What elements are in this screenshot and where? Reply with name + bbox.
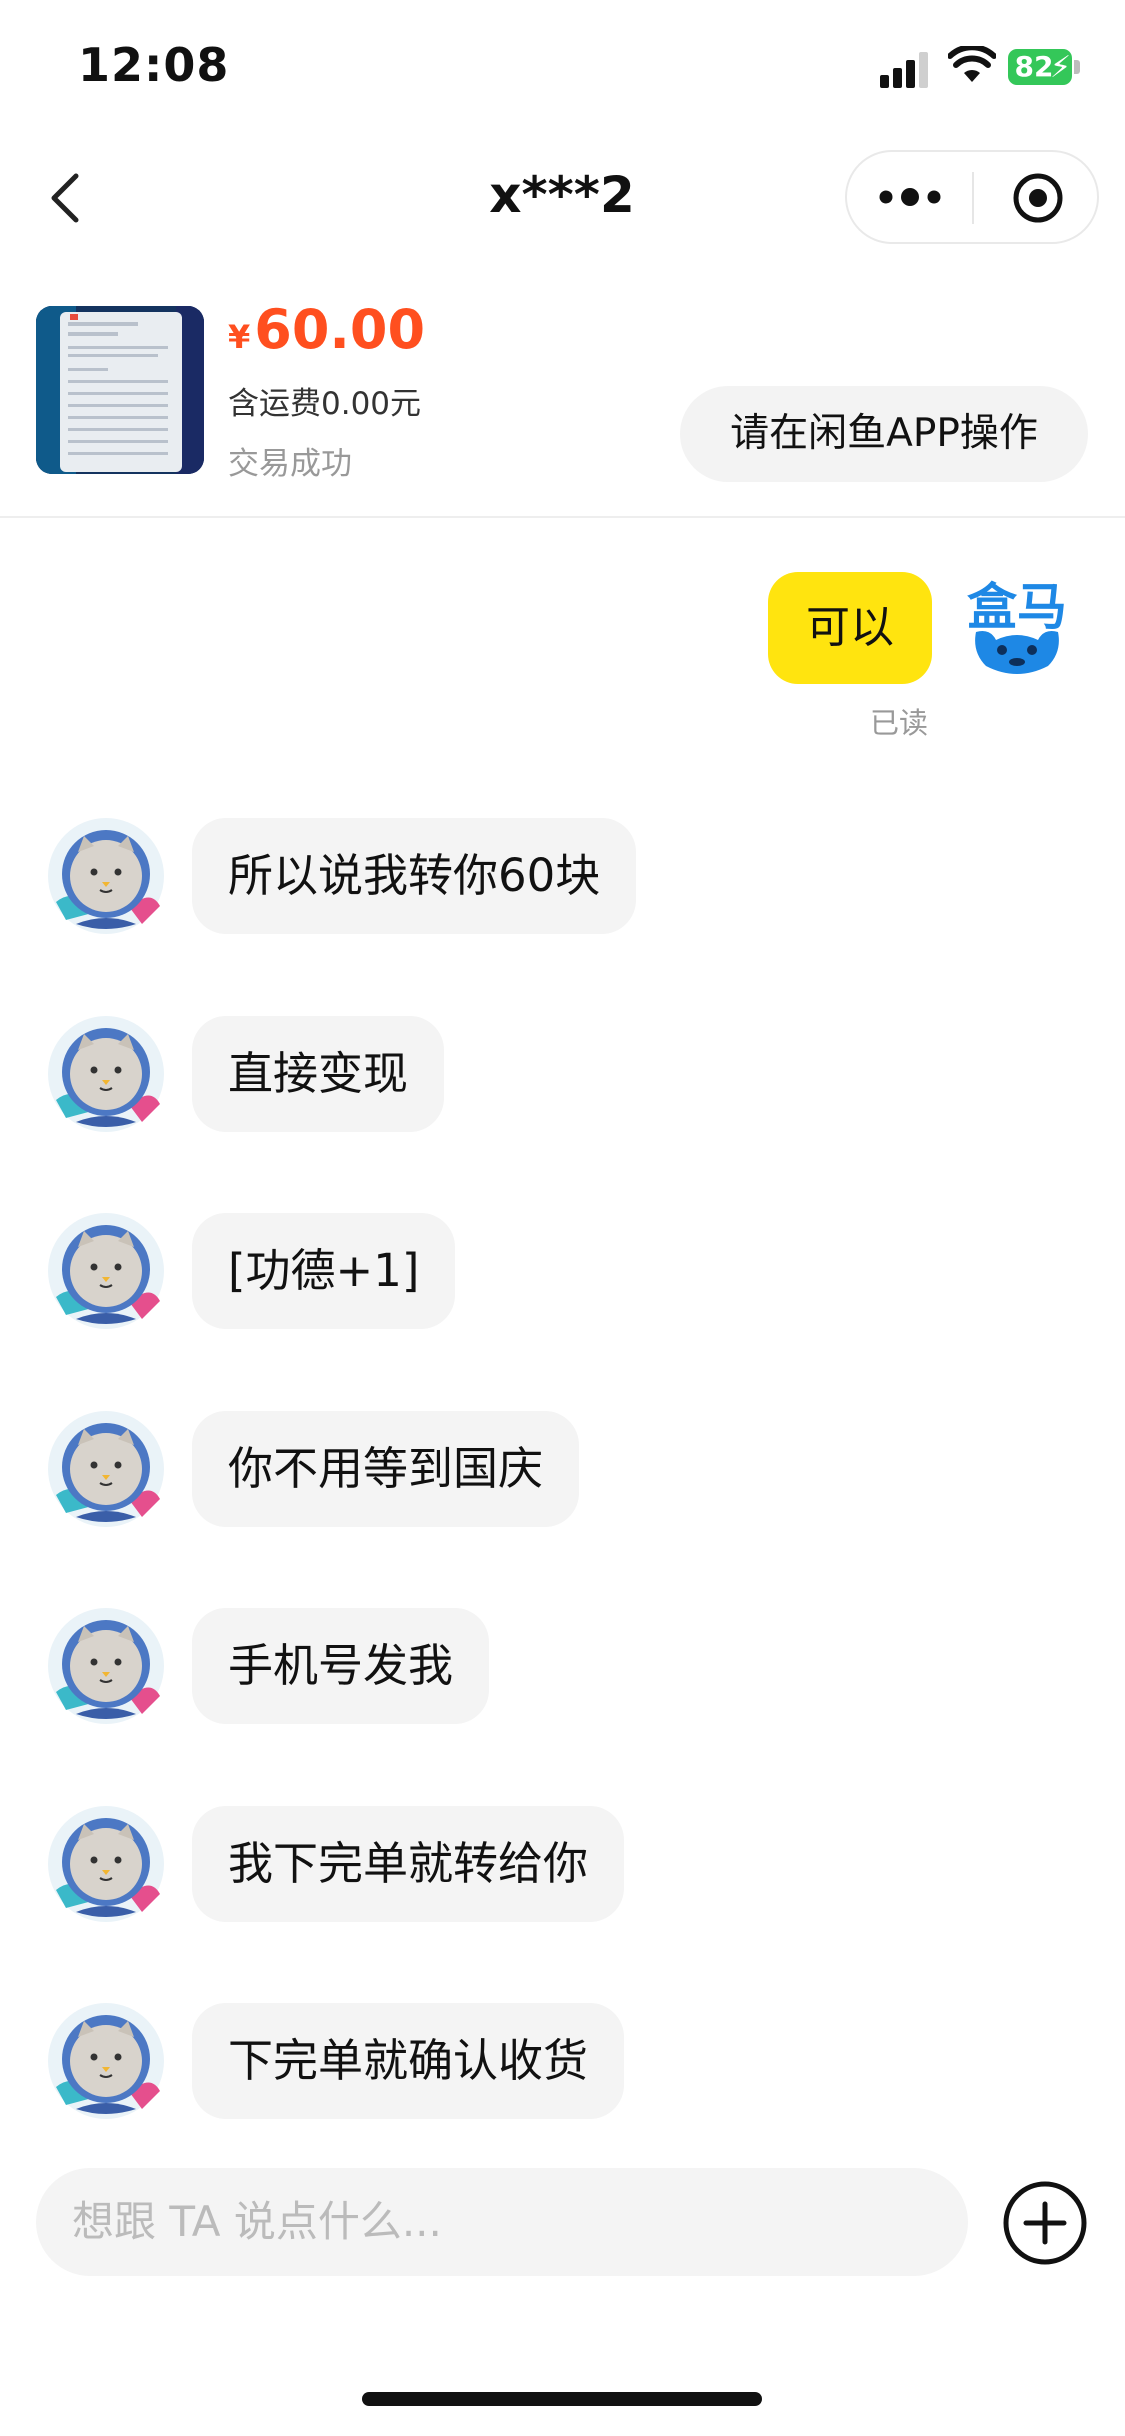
sender-avatar[interactable]: [46, 1804, 166, 1924]
shipping-fee: 含运费0.00元: [228, 386, 422, 422]
close-miniprogram-button[interactable]: [1012, 172, 1064, 224]
sender-avatar[interactable]: [46, 1014, 166, 1134]
back-button[interactable]: [40, 168, 100, 228]
message-bubble[interactable]: 所以说我转你60块: [192, 818, 637, 934]
more-menu-button[interactable]: [878, 180, 942, 214]
home-indicator: [362, 2392, 762, 2406]
message-row: 我下完单就转给你: [0, 1802, 1125, 1922]
transaction-status: 交易成功: [228, 446, 352, 482]
hema-logo-text: 盒马: [967, 578, 1067, 636]
hema-logo-icon: 盒马: [967, 578, 1067, 674]
cat-avatar-icon: [48, 1015, 164, 1132]
read-receipt: 已读: [870, 706, 929, 740]
charging-bolt-icon: ⚡: [1050, 50, 1072, 85]
cat-avatar-icon: [48, 2003, 164, 2119]
sender-avatar[interactable]: [46, 2001, 166, 2121]
message-row: [功德+1]: [0, 1209, 1125, 1329]
capsule-divider: [972, 172, 974, 224]
sender-avatar[interactable]: [46, 1409, 166, 1529]
wifi-icon: [948, 46, 996, 82]
message-bubble[interactable]: 我下完单就转给你: [192, 1805, 625, 1922]
product-thumbnail[interactable]: [36, 306, 204, 474]
sender-avatar[interactable]: [46, 1211, 166, 1331]
message-bubble[interactable]: 你不用等到国庆: [192, 1410, 580, 1527]
add-attachment-button[interactable]: [1000, 2178, 1090, 2268]
open-in-app-button[interactable]: 请在闲鱼APP操作: [680, 386, 1088, 482]
battery-cap: [1074, 60, 1080, 74]
chat-title: x***2: [489, 166, 635, 224]
message-row: 所以说我转你60块: [0, 814, 1125, 934]
message-row: 下完单就确认收货: [0, 1999, 1125, 2119]
currency-symbol: ¥: [228, 318, 251, 356]
price-value: 60.00: [254, 298, 426, 361]
message-input[interactable]: 想跟 TA 说点什么...: [36, 2168, 968, 2276]
status-time: 12:08: [78, 38, 230, 92]
message-row: 直接变现: [0, 1012, 1125, 1132]
cat-avatar-icon: [48, 1213, 164, 1329]
header-divider: [0, 516, 1125, 518]
cat-avatar-icon: [48, 818, 164, 934]
message-row: 你不用等到国庆: [0, 1407, 1125, 1527]
product-price: ¥60.00: [228, 298, 425, 361]
my-message-bubble[interactable]: 可以: [768, 572, 932, 684]
my-avatar[interactable]: 盒马: [962, 570, 1072, 690]
sender-avatar[interactable]: [46, 1606, 166, 1726]
message-bubble[interactable]: [功德+1]: [192, 1213, 456, 1329]
sender-avatar[interactable]: [46, 816, 166, 936]
message-bubble[interactable]: 直接变现: [192, 1015, 445, 1132]
product-image-icon: [36, 306, 204, 474]
message-bubble[interactable]: 手机号发我: [192, 1608, 490, 1724]
cellular-signal-icon: [880, 48, 932, 88]
message-bubble[interactable]: 下完单就确认收货: [192, 2003, 625, 2119]
message-row: 手机号发我: [0, 1604, 1125, 1724]
cat-avatar-icon: [48, 1410, 164, 1527]
cat-avatar-icon: [48, 1608, 164, 1724]
cat-avatar-icon: [48, 1805, 164, 1922]
